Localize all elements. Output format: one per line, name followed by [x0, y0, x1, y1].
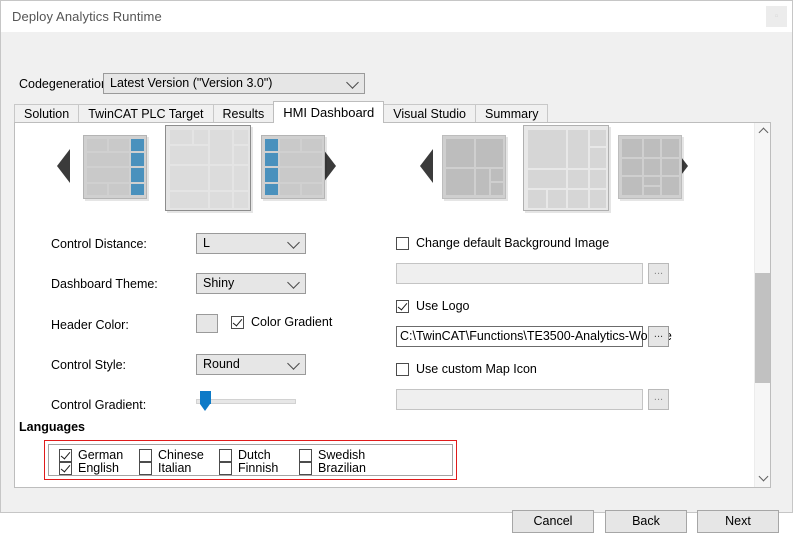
codegeneration-label: Codegeneration: — [19, 77, 112, 91]
background-path-input[interactable] — [396, 263, 643, 284]
tab-summary[interactable]: Summary — [475, 104, 549, 123]
logo-browse-button[interactable]: ... — [648, 326, 669, 347]
dashboard-theme-select[interactable]: Shiny — [196, 273, 306, 294]
slider-track — [196, 399, 296, 404]
checkbox-icon — [396, 236, 409, 250]
carousel-left-prev-arrow[interactable] — [57, 149, 70, 183]
languages-highlight-annotation — [44, 440, 457, 480]
logo-path-input[interactable]: C:\TwinCAT\Functions\TE3500-Analytics-Wo… — [396, 326, 672, 347]
help-button[interactable]: ▫ — [766, 6, 787, 27]
layout-thumb-left-next[interactable] — [261, 135, 325, 199]
control-distance-value: L — [203, 236, 210, 250]
control-style-label: Control Style: — [51, 358, 127, 372]
codegeneration-select[interactable]: Latest Version ("Version 3.0") — [103, 73, 365, 94]
tab-results[interactable]: Results — [212, 104, 275, 123]
tab-hmi-dashboard[interactable]: HMI Dashboard — [273, 101, 385, 123]
codegeneration-value: Latest Version ("Version 3.0") — [110, 76, 273, 90]
dialog-window: Deploy Analytics Runtime ▫ Codegeneratio… — [0, 0, 793, 533]
map-icon-path-input[interactable] — [396, 389, 643, 410]
tab-twincat-plc-target[interactable]: TwinCAT PLC Target — [78, 104, 214, 123]
vertical-scrollbar[interactable] — [754, 123, 770, 487]
header-color-swatch[interactable] — [196, 314, 218, 333]
background-browse-button[interactable]: ... — [648, 263, 669, 284]
languages-group-title: Languages — [19, 420, 85, 434]
use-map-icon-label: Use custom Map Icon — [416, 362, 537, 376]
color-gradient-checkbox[interactable]: Color Gradient — [231, 315, 332, 329]
chevron-down-icon — [287, 356, 300, 370]
help-icon: ▫ — [774, 11, 779, 22]
scroll-down-arrow-icon[interactable] — [755, 470, 770, 487]
tab-strip: Solution TwinCAT PLC Target Results HMI … — [14, 101, 549, 123]
change-background-label: Change default Background Image — [416, 236, 610, 250]
scrollbar-thumb[interactable] — [755, 273, 770, 383]
tab-visual-studio[interactable]: Visual Studio — [383, 104, 476, 123]
control-distance-label: Control Distance: — [51, 237, 147, 251]
back-button[interactable]: Back — [605, 510, 687, 533]
slider-thumb[interactable] — [200, 391, 211, 411]
cancel-button[interactable]: Cancel — [512, 510, 594, 533]
control-gradient-label: Control Gradient: — [51, 398, 147, 412]
checkbox-icon — [396, 299, 409, 313]
layout-thumb-left-selected[interactable] — [165, 125, 251, 211]
logo-path-value: C:\TwinCAT\Functions\TE3500-Analytics-Wo… — [400, 329, 672, 343]
control-gradient-slider[interactable] — [196, 391, 296, 413]
checkbox-icon — [396, 362, 409, 376]
change-background-checkbox[interactable]: Change default Background Image — [396, 236, 609, 250]
use-map-icon-checkbox[interactable]: Use custom Map Icon — [396, 362, 537, 376]
layout-thumb-left-prev[interactable] — [83, 135, 147, 199]
chevron-down-icon — [287, 275, 300, 289]
dashboard-theme-label: Dashboard Theme: — [51, 277, 158, 291]
dialog-body: Codegeneration: Latest Version ("Version… — [1, 32, 792, 533]
header-color-label: Header Color: — [51, 318, 129, 332]
color-gradient-label: Color Gradient — [251, 315, 333, 329]
chevron-down-icon — [346, 75, 359, 89]
carousel-right-prev-arrow[interactable] — [420, 149, 433, 183]
scroll-up-arrow-icon[interactable] — [755, 123, 770, 140]
checkbox-icon — [231, 315, 244, 329]
control-style-value: Round — [203, 357, 240, 371]
tab-solution[interactable]: Solution — [14, 104, 80, 123]
layout-thumb-right-prev[interactable] — [442, 135, 506, 199]
chevron-down-icon — [287, 235, 300, 249]
layout-thumb-right-selected[interactable] — [523, 125, 609, 211]
control-distance-select[interactable]: L — [196, 233, 306, 254]
hmi-dashboard-panel: Control Distance: L Dashboard Theme: Shi… — [14, 122, 771, 488]
dashboard-theme-value: Shiny — [203, 276, 235, 290]
title-bar: Deploy Analytics Runtime ▫ — [1, 1, 792, 32]
layout-carousel-right — [405, 123, 705, 213]
layout-carousel-left — [15, 123, 365, 213]
next-button[interactable]: Next — [697, 510, 779, 533]
control-style-select[interactable]: Round — [196, 354, 306, 375]
use-logo-checkbox[interactable]: Use Logo — [396, 299, 470, 313]
layout-thumb-right-next[interactable] — [618, 135, 682, 199]
use-logo-label: Use Logo — [416, 299, 470, 313]
map-icon-browse-button[interactable]: ... — [648, 389, 669, 410]
window-title: Deploy Analytics Runtime — [12, 9, 162, 24]
